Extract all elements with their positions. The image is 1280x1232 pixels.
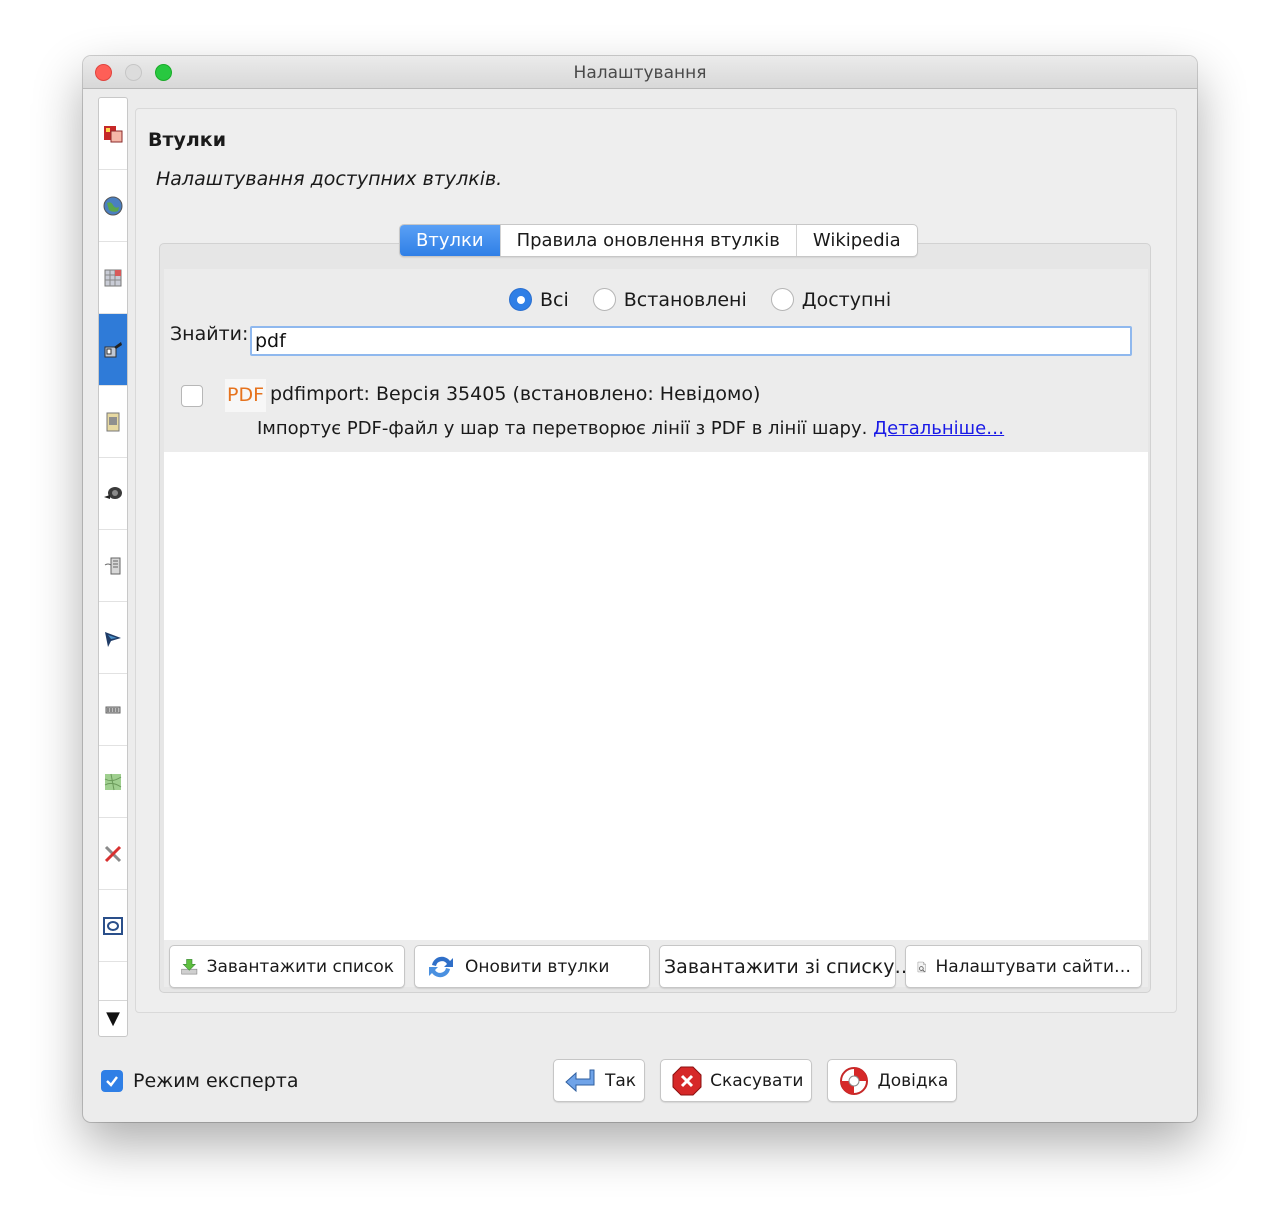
plugin-title: pdfimport: Версія 35405 (встановлено: Не… (270, 383, 761, 405)
title-bar: Налаштування (83, 56, 1197, 89)
plugin-filter-group: Всі Встановлені Доступні (509, 288, 891, 311)
scroll-down-icon[interactable]: ▼ (99, 1000, 127, 1036)
map-projection-icon (104, 269, 122, 286)
refresh-icon (429, 956, 453, 977)
pdf-plugin-icon: PDF (225, 379, 267, 412)
sidebar-item-plugins[interactable] (99, 314, 127, 386)
imagery-icon (104, 773, 122, 790)
cancel-button[interactable]: Скасувати (660, 1059, 813, 1102)
tab-bar: Втулки Правила оновлення втулків Wikiped… (399, 224, 918, 257)
page-subtitle: Налаштування доступних втулків. (156, 168, 503, 190)
globe-icon (103, 196, 123, 215)
search-label: Знайти: (170, 323, 249, 345)
checkbox-checked-icon (101, 1070, 123, 1092)
preferences-sidebar: ▼ (98, 97, 128, 1037)
sidebar-item-imagery[interactable] (99, 746, 127, 818)
filter-available-label: Доступні (801, 288, 892, 311)
connection-icon (104, 557, 121, 574)
radio-checked-icon (509, 288, 532, 311)
plugin-action-buttons: Завантажити список Оновити втулки Завант… (169, 945, 1142, 988)
filter-all-label: Всі (540, 288, 569, 311)
remote-control-icon (104, 486, 122, 499)
filter-available-radio[interactable]: Доступні (770, 288, 892, 311)
sidebar-item-map[interactable] (99, 170, 127, 242)
help-button[interactable]: Довідка (827, 1059, 958, 1102)
plugin-description: Імпортує PDF-файл у шар та перетворює лі… (257, 418, 1004, 439)
radio-unchecked-icon (770, 288, 794, 311)
filter-installed-label: Встановлені (623, 288, 747, 311)
help-label: Довідка (877, 1070, 949, 1091)
filter-installed-radio[interactable]: Встановлені (592, 288, 747, 311)
plugin-icon (104, 341, 122, 357)
list-item: PDF pdfimport: Версія 35405 (встановлено… (164, 374, 1148, 446)
frame-icon (103, 916, 123, 935)
ok-label: Так (605, 1070, 637, 1091)
expert-mode-label: Режим експерта (133, 1070, 299, 1092)
plugin-description-text: Імпортує PDF-файл у шар та перетворює лі… (257, 418, 868, 439)
sidebar-item-connection[interactable] (99, 530, 127, 602)
cancel-label: Скасувати (710, 1070, 804, 1091)
page-title: Втулки (148, 129, 227, 151)
sidebar-item-validator[interactable] (99, 674, 127, 746)
configure-sites-label: Налаштувати сайти… (935, 956, 1131, 977)
help-lifebuoy-icon (840, 1066, 869, 1095)
sidebar-item-frame[interactable] (99, 890, 127, 962)
sidebar-item-presets[interactable] (99, 386, 127, 458)
sidebar-item-remote-control[interactable] (99, 458, 127, 530)
plugin-checkbox[interactable] (181, 385, 203, 407)
search-input[interactable] (250, 326, 1132, 356)
update-plugins-label: Оновити втулки (465, 956, 610, 977)
plugin-preferences-panel: Втулки Налаштування доступних втулків. В… (135, 108, 1177, 1013)
sidebar-item-display[interactable] (99, 98, 127, 170)
ok-arrow-icon (565, 1069, 595, 1092)
download-icon (181, 958, 198, 974)
tab-update-rules[interactable]: Правила оновлення втулків (501, 225, 797, 256)
load-from-list-button[interactable]: Завантажити зі списку… (659, 945, 914, 988)
expert-mode-checkbox[interactable]: Режим експерта (101, 1070, 298, 1092)
tab-wikipedia[interactable]: Wikipedia (797, 225, 917, 256)
filter-all-radio[interactable]: Всі (509, 288, 569, 311)
radio-unchecked-icon (592, 288, 616, 311)
preferences-window: Налаштування ▼ Втулки Налаштування досту… (83, 56, 1197, 1122)
window-title: Налаштування (573, 63, 707, 83)
download-list-label: Завантажити список (206, 956, 394, 977)
sidebar-item-tools[interactable] (99, 818, 127, 890)
cancel-icon (672, 1066, 702, 1095)
dialog-buttons: Так Скасувати Довідка (553, 1059, 958, 1102)
plugins-tab-content: Всі Встановлені Доступні Знайти: PDF pdf… (164, 269, 1148, 988)
sidebar-item-projection[interactable] (99, 242, 127, 314)
sidebar-item-shortcuts[interactable] (99, 602, 127, 674)
display-settings-icon (104, 125, 123, 142)
ok-button[interactable]: Так (553, 1059, 646, 1102)
plugin-list-empty-area (164, 452, 1148, 940)
tab-plugins[interactable]: Втулки (400, 225, 501, 256)
validator-icon (105, 706, 121, 713)
load-from-list-label: Завантажити зі списку… (664, 955, 914, 978)
presets-icon (106, 412, 120, 431)
tools-icon (104, 845, 122, 862)
download-list-button[interactable]: Завантажити список (169, 945, 405, 988)
shortcuts-icon (105, 631, 121, 647)
update-plugins-button[interactable]: Оновити втулки (414, 945, 650, 988)
configure-sites-icon (917, 961, 926, 972)
plugin-details-link[interactable]: Детальніше… (873, 418, 1004, 439)
configure-sites-button[interactable]: Налаштувати сайти… (905, 945, 1142, 988)
